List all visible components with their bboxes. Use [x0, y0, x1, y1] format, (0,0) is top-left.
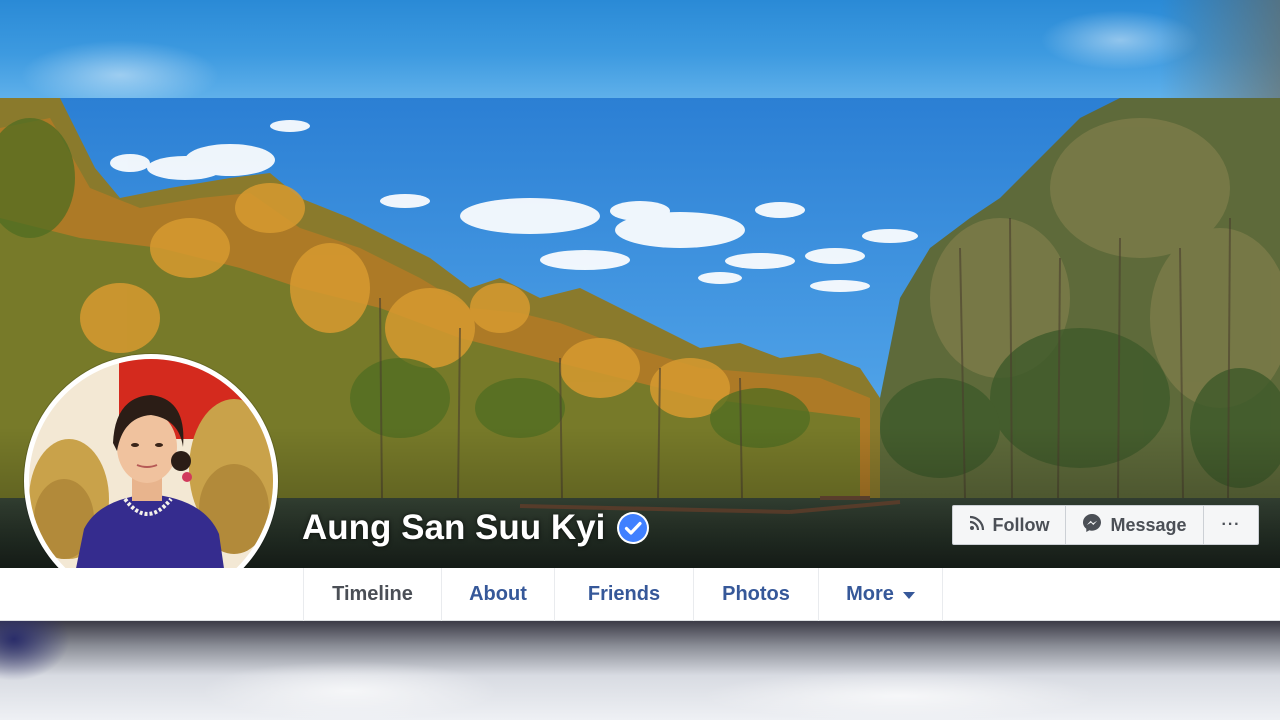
tab-label: About	[469, 583, 527, 605]
tab-photos[interactable]: Photos	[693, 568, 818, 621]
tab-more[interactable]: More	[818, 568, 943, 621]
page-name-text[interactable]: Aung San Suu Kyi	[302, 508, 605, 548]
verified-badge-icon[interactable]	[617, 512, 650, 544]
blurred-top-background	[0, 0, 1280, 110]
tab-label: Timeline	[332, 583, 413, 605]
page-action-buttons: Follow Message ···	[952, 505, 1259, 545]
messenger-icon	[1082, 513, 1102, 538]
tab-timeline[interactable]: Timeline	[303, 568, 441, 621]
blurred-bottom-background	[0, 621, 1280, 720]
page-tab-bar: Timeline About Friends Photos More	[0, 568, 1280, 621]
follow-button[interactable]: Follow	[953, 506, 1066, 544]
tab-friends[interactable]: Friends	[554, 568, 693, 621]
caret-down-icon	[902, 583, 915, 606]
rss-follow-icon	[969, 515, 985, 536]
tab-about[interactable]: About	[441, 568, 554, 621]
page-title: Aung San Suu Kyi	[302, 506, 650, 550]
message-label: Message	[1110, 514, 1187, 535]
tab-label: More	[846, 583, 894, 605]
ellipsis-icon: ···	[1221, 516, 1241, 533]
page-tabs: Timeline About Friends Photos More	[303, 568, 943, 621]
tab-label: Friends	[587, 583, 661, 605]
profile-photo-image	[29, 359, 273, 603]
more-options-button[interactable]: ···	[1204, 506, 1258, 544]
message-button[interactable]: Message	[1066, 506, 1204, 544]
follow-label: Follow	[992, 514, 1050, 535]
tab-label: Photos	[722, 583, 790, 605]
